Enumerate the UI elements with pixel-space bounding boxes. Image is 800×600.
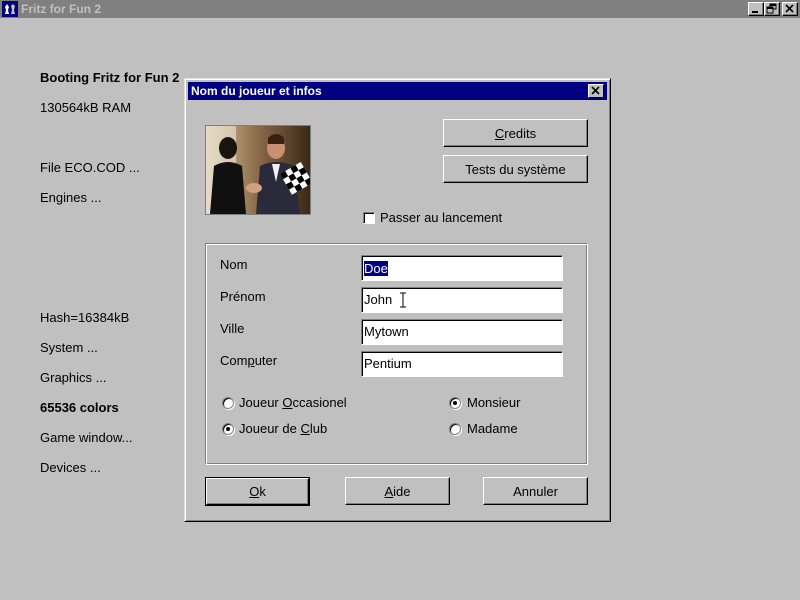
close-icon [785, 4, 794, 13]
minimize-icon [752, 11, 758, 13]
credits-button-label: Credits [494, 125, 537, 141]
main-window-title: Fritz for Fun 2 [21, 2, 101, 16]
boot-log-line: System ... [40, 340, 98, 355]
boot-log-line: Engines ... [40, 190, 102, 205]
monsieur-label: Monsieur [467, 395, 521, 410]
player-info-dialog: Nom du joueur et infos Credits Tests du … [184, 78, 611, 522]
help-button[interactable]: Aide [345, 477, 450, 505]
close-icon [591, 86, 600, 95]
credits-button[interactable]: Credits [443, 119, 588, 147]
skip-at-startup-checkbox[interactable] [363, 212, 375, 224]
boot-log-line: Hash=16384kB [40, 310, 130, 325]
boot-log-line: File ECO.COD ... [40, 160, 140, 175]
radio-joueur-de-club[interactable] [222, 423, 234, 435]
boot-log-line: Booting Fritz for Fun 2 [40, 70, 180, 85]
boot-log-line: 130564kB RAM [40, 100, 132, 115]
joueur-de-club-label: Joueur de Club [239, 421, 328, 436]
ok-button-label: Ok [249, 484, 266, 499]
madame-label: Madame [467, 421, 518, 436]
dialog-title-bar[interactable]: Nom du joueur et infos [188, 82, 607, 100]
boot-log-line: Devices ... [40, 460, 101, 475]
system-tests-button-label: Tests du système [465, 161, 566, 177]
boot-log-line: Graphics ... [40, 370, 107, 385]
cancel-button[interactable]: Annuler [483, 477, 588, 505]
radio-madame[interactable] [449, 423, 461, 435]
close-button[interactable] [782, 2, 798, 16]
boot-log-line: Game window... [40, 430, 133, 445]
ok-button[interactable]: Ok [205, 477, 310, 506]
handshake-photo [205, 125, 311, 215]
dialog-title: Nom du joueur et infos [191, 84, 322, 98]
system-tests-button[interactable]: Tests du système [443, 155, 588, 183]
minimize-button[interactable] [748, 2, 764, 16]
nom-label: Nom [220, 257, 248, 272]
main-title-bar[interactable]: Fritz for Fun 2 [0, 0, 800, 18]
computer-input[interactable]: Pentium [361, 351, 563, 377]
nom-value: Doe [364, 261, 388, 276]
restore-icon [766, 3, 777, 14]
restore-button[interactable] [764, 2, 780, 16]
prenom-value: John [364, 292, 393, 307]
computer-label: Computer [220, 353, 278, 368]
boot-log-line: 65536 colors [40, 400, 119, 415]
text-cursor-icon [400, 292, 406, 308]
ville-label: Ville [220, 321, 245, 336]
computer-value: Pentium [364, 356, 412, 371]
cancel-button-label: Annuler [513, 483, 558, 499]
prenom-input[interactable]: John [361, 287, 563, 313]
joueur-occasionel-label: Joueur Occasionel [239, 395, 347, 410]
nom-input[interactable]: Doe [361, 255, 563, 281]
ville-value: Mytown [364, 324, 409, 339]
radio-monsieur[interactable] [449, 397, 461, 409]
dialog-close-button[interactable] [588, 84, 604, 98]
skip-at-startup-label: Passer au lancement [380, 210, 503, 225]
ville-input[interactable]: Mytown [361, 319, 563, 345]
radio-joueur-occasionel[interactable] [222, 397, 234, 409]
help-button-label: Aide [384, 483, 411, 499]
app-chess-icon[interactable] [2, 1, 18, 17]
prenom-label: Prénom [220, 289, 266, 304]
